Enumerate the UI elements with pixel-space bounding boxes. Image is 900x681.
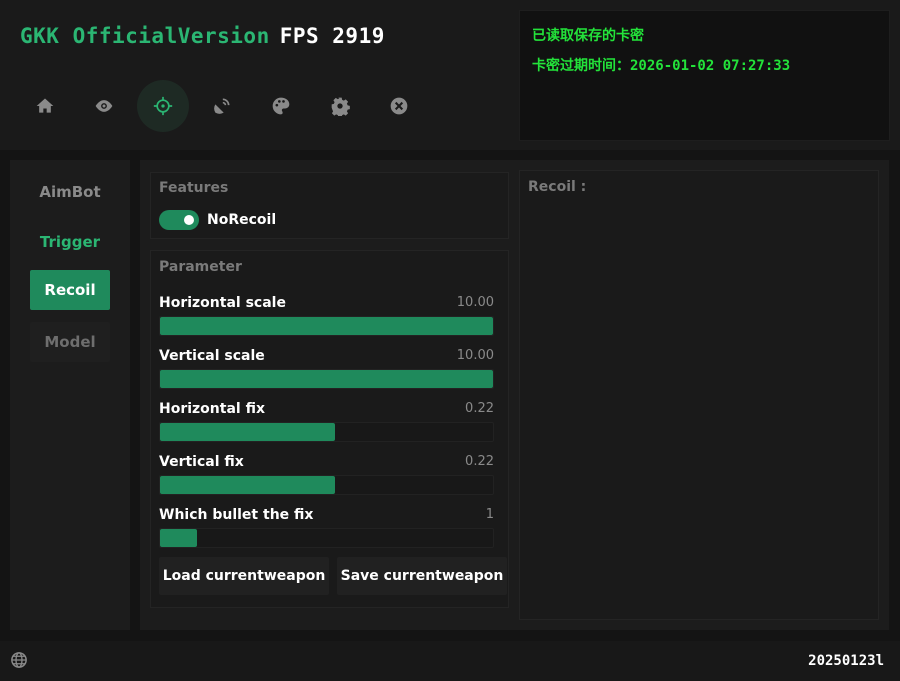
sidebar-item-trigger[interactable]: Trigger xyxy=(30,222,110,262)
toggle-knob xyxy=(184,215,194,225)
param-label: Which bullet the fix xyxy=(159,507,314,523)
slider-fill xyxy=(160,370,493,388)
top-bar: GKK OfficialVersion FPS 2919 已读取保存的卡密 卡密过… xyxy=(0,0,900,150)
features-title: Features xyxy=(159,180,229,196)
brand-header: GKK OfficialVersion FPS 2919 xyxy=(20,24,385,48)
sidebar-item-model[interactable]: Model xyxy=(30,322,110,362)
footer-bar: 20250123l xyxy=(0,641,900,681)
slider-fill xyxy=(160,423,335,441)
param-value: 10.00 xyxy=(456,295,494,310)
param-value: 0.22 xyxy=(465,401,494,416)
parameter-title: Parameter xyxy=(159,259,242,275)
save-weapon-button[interactable]: Save currentweapon xyxy=(337,557,507,595)
vertical-fix-slider[interactable] xyxy=(159,475,494,495)
slider-fill xyxy=(160,317,493,335)
slider-fill xyxy=(160,476,335,494)
parameter-panel: Parameter Horizontal scale 10.00 Vertica… xyxy=(150,250,509,608)
license-expiry-text: 卡密过期时间：2026-01-02 07:27:33 xyxy=(532,58,791,74)
recoil-panel-title: Recoil : xyxy=(528,179,587,195)
version-code: 20250123l xyxy=(808,653,884,669)
app-title: GKK OfficialVersion xyxy=(20,24,270,48)
param-value: 0.22 xyxy=(465,454,494,469)
horizontal-scale-slider[interactable] xyxy=(159,316,494,336)
globe-icon[interactable] xyxy=(10,651,28,669)
vertical-scale-slider[interactable] xyxy=(159,369,494,389)
param-label: Vertical scale xyxy=(159,348,265,364)
gear-icon[interactable] xyxy=(310,76,369,135)
param-label: Vertical fix xyxy=(159,454,244,470)
license-info-box: 已读取保存的卡密 卡密过期时间：2026-01-02 07:27:33 xyxy=(519,10,890,141)
horizontal-fix-slider[interactable] xyxy=(159,422,494,442)
param-label: Horizontal scale xyxy=(159,295,286,311)
sidebar-item-recoil[interactable]: Recoil xyxy=(30,270,110,310)
norecoil-label: NoRecoil xyxy=(207,212,277,228)
slider-fill xyxy=(160,529,197,547)
features-panel: Features NoRecoil xyxy=(150,172,509,239)
recoil-panel: Recoil : xyxy=(519,170,879,620)
norecoil-toggle[interactable] xyxy=(159,210,199,230)
which-bullet-slider[interactable] xyxy=(159,528,494,548)
home-icon[interactable] xyxy=(15,76,74,135)
sidebar-item-aimbot[interactable]: AimBot xyxy=(30,172,110,212)
close-circle-icon[interactable] xyxy=(369,76,428,135)
eye-icon[interactable] xyxy=(74,76,133,135)
satellite-icon[interactable] xyxy=(192,76,251,135)
sidebar: AimBot Trigger Recoil Model xyxy=(10,160,130,630)
palette-icon[interactable] xyxy=(251,76,310,135)
fps-counter: FPS 2919 xyxy=(279,24,385,48)
crosshair-icon[interactable] xyxy=(133,76,192,135)
param-label: Horizontal fix xyxy=(159,401,265,417)
param-value: 1 xyxy=(485,507,494,522)
main-content: Features NoRecoil Parameter Horizontal s… xyxy=(140,160,889,630)
top-nav-icons xyxy=(15,76,428,135)
license-status-text: 已读取保存的卡密 xyxy=(532,28,644,44)
param-value: 10.00 xyxy=(456,348,494,363)
load-weapon-button[interactable]: Load currentweapon xyxy=(159,557,329,595)
